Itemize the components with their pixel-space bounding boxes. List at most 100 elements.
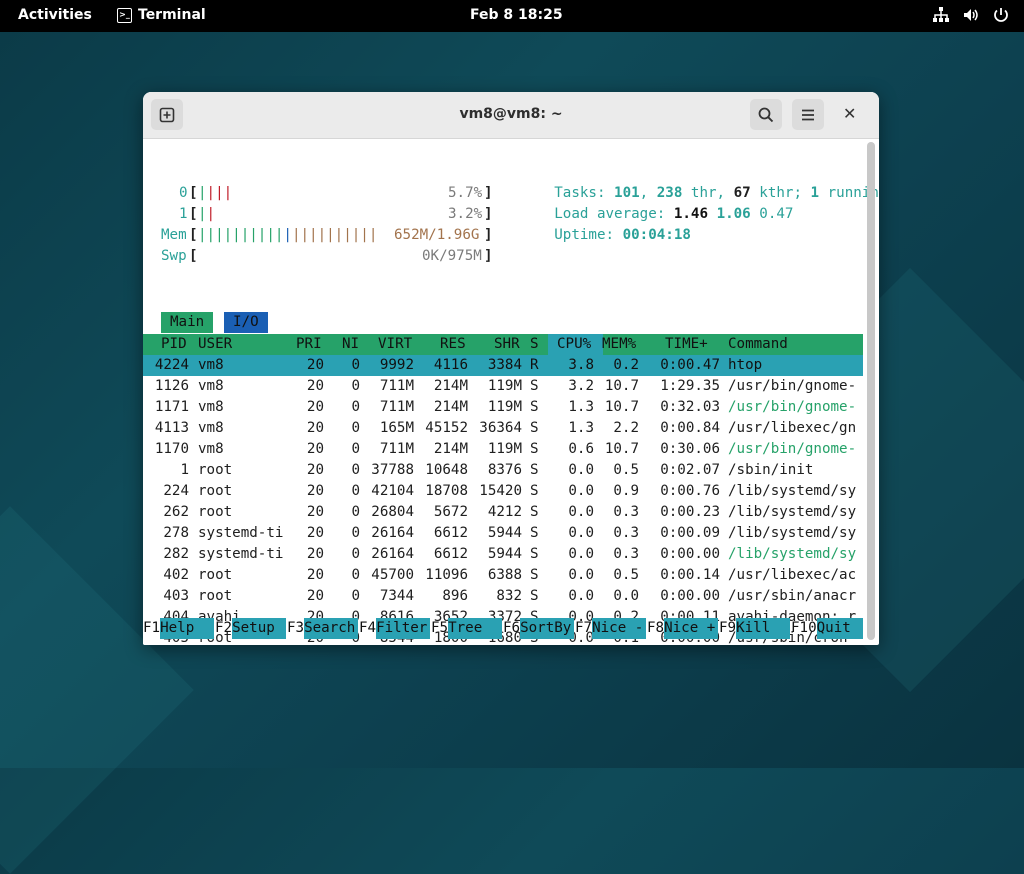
- cell-user: systemd-ti: [198, 546, 284, 562]
- activities-button[interactable]: Activities: [18, 7, 92, 23]
- cell-s: S: [530, 462, 539, 478]
- cell-cmd: /usr/sbin/anacr: [728, 588, 857, 604]
- terminal-content[interactable]: 0[|||| 5.7%] 1[|| 3.2%] Mem[||||||||||||||…: [143, 139, 879, 645]
- function-key-bar: F1Help F2Setup F3Search F4Filter F5Tree F6…: [143, 618, 865, 639]
- col-pid[interactable]: PID: [161, 334, 187, 355]
- cell-ni: 0: [351, 588, 360, 604]
- col-time[interactable]: TIME+: [665, 334, 708, 355]
- tab-io[interactable]: I/O: [224, 312, 268, 333]
- fkey-f8[interactable]: F8Nice +: [647, 618, 719, 639]
- cell-mem: 10.7: [604, 378, 639, 394]
- table-row[interactable]: 1170 vm8 20 0 711M 214M 119M S 0.6 10.7 0:30.06/us…: [143, 439, 863, 460]
- fkey-key: F1: [143, 620, 161, 636]
- cell-virt: 711M: [379, 441, 414, 457]
- search-button[interactable]: [750, 99, 782, 130]
- fkey-f6[interactable]: F6SortBy: [503, 618, 575, 639]
- app-menu[interactable]: >_ Terminal: [117, 7, 206, 23]
- cell-virt: 7344: [379, 588, 414, 604]
- fkey-label: Tree: [448, 618, 503, 639]
- fkey-f7[interactable]: F7Nice -: [575, 618, 647, 639]
- close-icon[interactable]: ✕: [843, 104, 856, 123]
- cell-time: 1:29.35: [660, 378, 720, 394]
- cell-ni: 0: [351, 546, 360, 562]
- fkey-key: F6: [503, 620, 521, 636]
- fkey-key: F7: [575, 620, 593, 636]
- cell-virt: 711M: [379, 399, 414, 415]
- fkey-f10[interactable]: F10Quit: [791, 618, 863, 639]
- volume-icon: [964, 9, 978, 21]
- cell-cmd: /usr/libexec/ac: [728, 567, 857, 583]
- system-tray[interactable]: [932, 6, 1010, 24]
- table-row[interactable]: 1 root 20 0 37788 10648 8376 S 0.0 0.5 0:02.07/sbi…: [143, 460, 863, 481]
- cell-pri: 20: [306, 546, 324, 562]
- table-row[interactable]: 278 systemd-ti 20 0 26164 6612 5944 S 0.0 0.3 0:00…: [143, 523, 863, 544]
- cell-pid: 224: [163, 483, 189, 499]
- fkey-f9[interactable]: F9Kill: [719, 618, 791, 639]
- fkey-f1[interactable]: F1Help: [143, 618, 215, 639]
- menu-button[interactable]: [792, 99, 824, 130]
- scrollbar[interactable]: [867, 142, 875, 640]
- col-shr[interactable]: SHR: [494, 334, 520, 355]
- table-row[interactable]: 4224 vm8 20 0 9992 4116 3384 R 3.8 0.2 0:00.47 htop: [143, 355, 863, 376]
- col-command[interactable]: Command: [728, 334, 788, 355]
- cell-time: 0:00.14: [660, 567, 720, 583]
- cell-s: S: [530, 525, 539, 541]
- cell-cpu: 1.3: [568, 420, 594, 436]
- col-cpu[interactable]: CPU%: [548, 334, 603, 355]
- cell-cmd: /lib/systemd/sy: [728, 483, 857, 499]
- fkey-f4[interactable]: F4Filter: [359, 618, 431, 639]
- cell-ni: 0: [351, 483, 360, 499]
- cell-s: S: [530, 588, 539, 604]
- cell-mem: 0.2: [613, 357, 639, 373]
- col-mem[interactable]: MEM%: [602, 334, 636, 355]
- fkey-f2[interactable]: F2Setup: [215, 618, 287, 639]
- cell-virt: 165M: [379, 420, 414, 436]
- table-row[interactable]: 282 systemd-ti 20 0 26164 6612 5944 S 0.0 0.3 0:00…: [143, 544, 863, 565]
- cell-pri: 20: [306, 441, 324, 457]
- cell-time: 0:00.00: [660, 546, 720, 562]
- fkey-f3[interactable]: F3Search: [287, 618, 359, 639]
- cell-pid: 1: [180, 462, 189, 478]
- col-res[interactable]: RES: [440, 334, 466, 355]
- cell-res: 18708: [425, 483, 468, 499]
- col-user[interactable]: USER: [198, 334, 232, 355]
- cell-shr: 3384: [487, 357, 522, 373]
- cell-cpu: 0.0: [568, 462, 594, 478]
- cell-pid: 403: [163, 588, 189, 604]
- cell-mem: 0.5: [613, 462, 639, 478]
- table-row[interactable]: 4113 vm8 20 0 165M 45152 36364 S 1.3 2.2 0:00.84/u…: [143, 418, 863, 439]
- clock[interactable]: Feb 8 18:25: [470, 7, 563, 23]
- cell-pid: 1170: [154, 441, 189, 457]
- cell-pri: 20: [306, 399, 324, 415]
- table-row[interactable]: 224 root 20 0 42104 18708 15420 S 0.0 0.9 0:00.76 /…: [143, 481, 863, 502]
- cell-shr: 5944: [487, 546, 522, 562]
- cell-res: 214M: [433, 441, 468, 457]
- table-row[interactable]: 402 root 20 0 45700 11096 6388 S 0.0 0.5 0:00.14/u…: [143, 565, 863, 586]
- cell-res: 6612: [433, 525, 468, 541]
- cell-s: S: [530, 378, 539, 394]
- table-row[interactable]: 403 root 20 0 7344 896 832 S 0.0 0.0 0:00.00/usr/s…: [143, 586, 863, 607]
- fkey-key: F9: [719, 620, 737, 636]
- cell-pid: 262: [163, 504, 189, 520]
- table-row[interactable]: 1171 vm8 20 0 711M 214M 119M S 1.3 10.7 0:32.03/us…: [143, 397, 863, 418]
- table-row[interactable]: 262 root 20 0 26804 5672 4212 S 0.0 0.3 0:00.23/li…: [143, 502, 863, 523]
- cell-pid: 4224: [154, 357, 189, 373]
- cell-pri: 20: [306, 483, 324, 499]
- cell-s: S: [530, 441, 539, 457]
- fkey-f5[interactable]: F5Tree: [431, 618, 503, 639]
- power-icon: [994, 8, 1008, 22]
- col-virt[interactable]: VIRT: [378, 334, 412, 355]
- col-pri[interactable]: PRI: [296, 334, 322, 355]
- col-ni[interactable]: NI: [342, 334, 359, 355]
- cell-user: systemd-ti: [198, 525, 284, 541]
- cell-s: S: [530, 546, 539, 562]
- hamburger-icon: [802, 109, 814, 120]
- col-state[interactable]: S: [530, 334, 539, 355]
- cell-time: 0:00.23: [660, 504, 720, 520]
- table-row[interactable]: 1126 vm8 20 0 711M 214M 119M S 3.2 10.7 1:29.35/us…: [143, 376, 863, 397]
- cell-user: vm8: [198, 420, 224, 436]
- cell-cmd: /lib/systemd/sy: [728, 525, 857, 541]
- cell-cpu: 0.0: [568, 504, 594, 520]
- cell-cmd: htop: [728, 357, 763, 373]
- tab-main[interactable]: Main: [161, 312, 214, 333]
